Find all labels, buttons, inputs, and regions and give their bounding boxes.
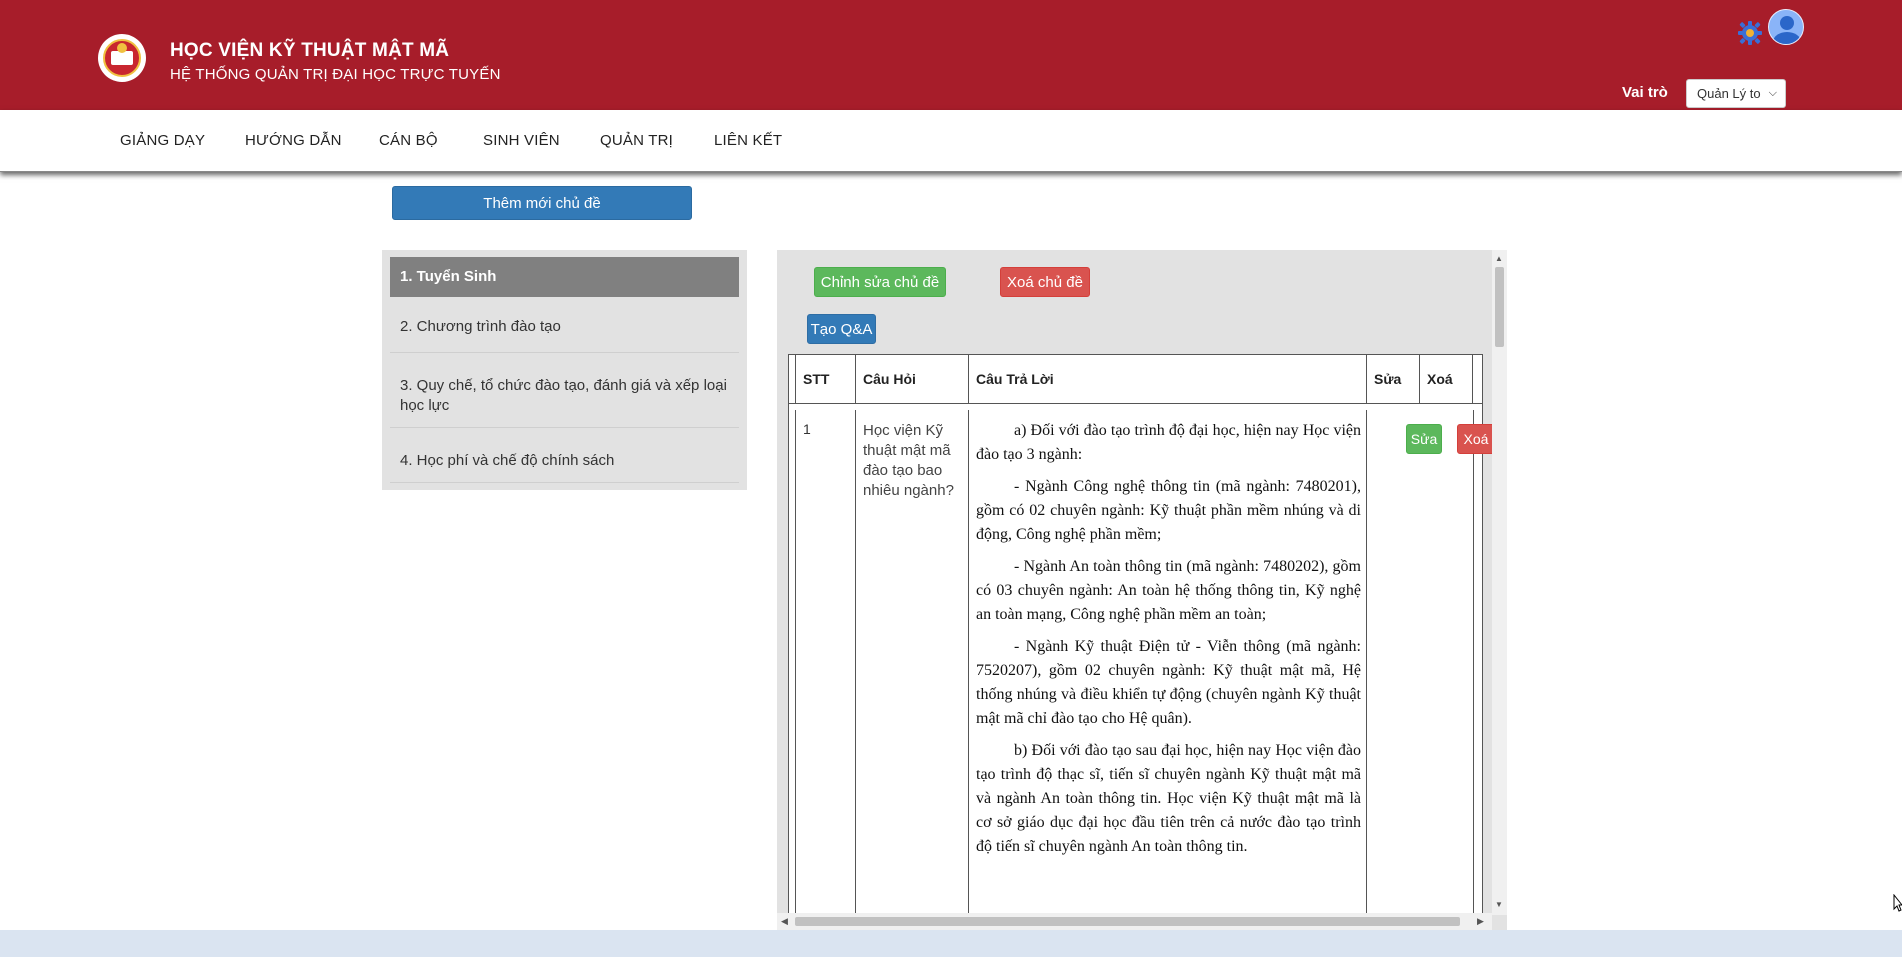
topic-item-tuyen-sinh[interactable]: 1. Tuyển Sinh [390,257,739,297]
chevron-down-icon: ⌵ [1768,87,1777,99]
qa-table: STT Câu Hỏi Câu Trả Lời Sửa Xoá 1 Học vi… [788,354,1495,930]
nav-item-lien-ket[interactable]: LIÊN KẾT [714,132,782,149]
answer-paragraph: b) Đối với đào tạo sau đại học, hiện nay… [976,742,1361,855]
topic-item-chuong-trinh[interactable]: 2. Chương trình đào tạo [390,303,739,353]
answer-paragraph: - Ngành An toàn thông tin (mã ngành: 748… [976,558,1361,623]
footer-strip [0,930,1902,957]
horizontal-scrollbar[interactable]: ◀ ▶ [777,913,1492,930]
user-avatar[interactable] [1768,9,1804,45]
vertical-scrollbar[interactable]: ▲ ▼ [1492,250,1507,915]
row-stt: 1 [803,421,811,437]
column-divider [855,410,856,930]
column-divider [1473,410,1474,930]
horizontal-scroll-thumb[interactable] [795,917,1460,926]
row-question: Học viện Kỹ thuật mật mã đào tạo bao nhi… [863,422,954,499]
logo-flame-icon [117,43,127,53]
vertical-scroll-thumb[interactable] [1495,267,1504,347]
role-select[interactable]: Quản Lý to ⌵ [1686,79,1786,108]
column-divider [1366,410,1367,930]
column-divider [968,410,969,930]
scroll-down-icon[interactable]: ▼ [1495,900,1503,909]
column-header-answer: Câu Trả Lời [968,355,1366,403]
top-header: HỌC VIỆN KỸ THUẬT MẬT MÃ HỆ THỐNG QUẢN T… [0,0,1902,110]
avatar-head [1780,16,1794,30]
scroll-left-icon[interactable]: ◀ [781,916,788,927]
role-select-value: Quản Lý to [1697,86,1761,101]
scroll-up-icon[interactable]: ▲ [1495,254,1503,263]
create-qa-button[interactable]: Tạo Q&A [807,314,876,344]
column-header-edit: Sửa [1366,355,1419,403]
brand-subtitle: HỆ THỐNG QUẢN TRỊ ĐẠI HỌC TRỰC TUYẾN [170,66,501,83]
nav-item-sinh-vien[interactable]: SINH VIÊN [483,132,560,149]
logo-book-icon [111,51,133,65]
scroll-right-icon[interactable]: ▶ [1477,916,1484,927]
academy-logo[interactable] [98,34,146,82]
main-nav: GIẢNG DẠY HƯỚNG DẪN CÁN BỘ SINH VIÊN QUẢ… [0,110,1902,172]
row-answer: a) Đối với đào tạo trình độ đại học, hiệ… [976,419,1361,867]
column-header-delete: Xoá [1419,355,1473,403]
topic-content-panel: Chỉnh sửa chủ đề Xoá chủ đề Tạo Q&A STT … [777,250,1507,930]
edit-topic-button[interactable]: Chỉnh sửa chủ đề [814,267,946,297]
edit-qa-button[interactable]: Sửa [1406,424,1442,454]
topic-item-hoc-phi[interactable]: 4. Học phí và chế độ chính sách [390,433,739,483]
brand-title: HỌC VIỆN KỸ THUẬT MẬT MÃ [170,40,450,61]
nav-item-giang-day[interactable]: GIẢNG DẠY [120,132,205,149]
nav-item-can-bo[interactable]: CÁN BỘ [379,132,438,149]
topic-list: 1. Tuyển Sinh 2. Chương trình đào tạo 3.… [382,250,747,490]
column-header-question: Câu Hỏi [855,355,968,403]
column-header-stt: STT [795,355,855,403]
avatar-body [1773,32,1801,44]
answer-paragraph: a) Đối với đào tạo trình độ đại học, hiệ… [976,422,1361,463]
nav-item-huong-dan[interactable]: HƯỚNG DẪN [245,132,342,149]
table-header-divider [789,403,1482,404]
role-label: Vai trò [1622,84,1668,101]
nav-item-quan-tri[interactable]: QUẢN TRỊ [600,132,673,149]
mouse-cursor-icon [1893,894,1902,912]
delete-topic-button[interactable]: Xoá chủ đề [1000,267,1090,297]
column-divider [795,410,796,930]
add-topic-button[interactable]: Thêm mới chủ đề [392,186,692,220]
answer-paragraph: - Ngành Công nghệ thông tin (mã ngành: 7… [976,478,1361,543]
gear-icon[interactable] [1737,20,1763,46]
answer-paragraph: - Ngành Kỹ thuật Điện tử - Viễn thông (m… [976,638,1361,727]
delete-qa-button[interactable]: Xoá [1457,424,1495,454]
topic-item-quy-che[interactable]: 3. Quy chế, tổ chức đào tạo, đánh giá và… [390,358,739,428]
